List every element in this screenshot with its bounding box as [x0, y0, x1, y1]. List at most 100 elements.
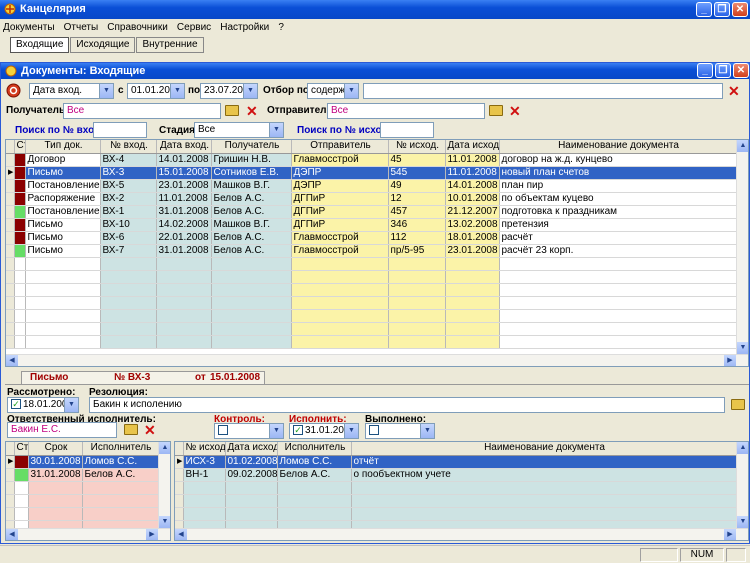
doc-name-cell[interactable]: претензия [499, 218, 737, 232]
tasks-grid[interactable]: Ст. Срок Исполнитель ▶ 30.01.2008Ломов С.… [5, 441, 171, 541]
status-cell[interactable] [14, 455, 29, 469]
doc-name-cell[interactable]: отчёт [351, 455, 737, 469]
document-row[interactable]: Распоряжение ВХ-2 11.01.2008 Белов А.С. ДГПи… [6, 192, 737, 206]
date-from-field[interactable]: 01.01.2008 ▼ [127, 83, 185, 99]
done-date-field[interactable]: ▼ [365, 423, 435, 439]
recipient-cell[interactable]: Гришин Н.В. [211, 153, 292, 167]
out-date-cell[interactable]: 11.01.2008 [445, 166, 500, 180]
filter-by-select[interactable]: содерж. ▼ [307, 83, 359, 99]
doc-close-button[interactable]: ✕ [733, 63, 749, 78]
clear-filter-icon[interactable]: ✕ [728, 84, 740, 98]
scroll-right-icon[interactable]: ▶ [146, 529, 158, 540]
folder-open-icon[interactable] [489, 105, 503, 116]
document-row[interactable]: Договор ВХ-4 14.01.2008 Гришин Н.В. Главмосс… [6, 153, 737, 167]
tasks-col-term[interactable]: Срок [28, 442, 83, 456]
resolution-input[interactable]: Бакин к исполению [89, 397, 725, 413]
in-date-cell[interactable]: 11.01.2008 [156, 192, 212, 206]
status-cell[interactable] [14, 244, 26, 258]
menu-references[interactable]: Справочники [107, 22, 168, 33]
doc-name-cell[interactable]: расчёт 23 корп. [499, 244, 737, 258]
doc-name-cell[interactable]: расчёт [499, 231, 737, 245]
menu-help[interactable]: ? [278, 22, 284, 33]
col-header-status[interactable]: Ст. [14, 140, 26, 154]
doc-type-cell[interactable]: Письмо [25, 218, 101, 232]
col-header-doc-name[interactable]: Наименование документа [499, 140, 737, 154]
search-incoming-input[interactable] [93, 122, 147, 138]
sender-cell[interactable]: ДЭПР [291, 166, 389, 180]
clear-sender-icon[interactable]: ✕ [509, 104, 521, 118]
out-date-cell[interactable]: 18.01.2008 [445, 231, 500, 245]
outgoing-row[interactable]: ▶ ИСХ-3 01.02.2008 Ломов С.С. отчёт [175, 455, 737, 469]
folder-open-icon[interactable] [731, 399, 745, 410]
date-to-field[interactable]: 23.07.2008 ▼ [200, 83, 258, 99]
in-no-cell[interactable]: ВХ-3 [100, 166, 157, 180]
term-cell[interactable]: 30.01.2008 [28, 455, 83, 469]
folder-open-icon[interactable] [225, 105, 239, 116]
col-header-type[interactable]: Тип док. [25, 140, 101, 154]
in-no-cell[interactable]: ВХ-5 [100, 179, 157, 193]
recipient-cell[interactable]: Белов А.С. [211, 244, 292, 258]
out-date-cell[interactable]: 11.01.2008 [445, 153, 500, 167]
sender-input[interactable]: Все [327, 103, 485, 119]
in-no-cell[interactable]: ВХ-6 [100, 231, 157, 245]
executor-cell[interactable]: Белов А.С. [82, 468, 159, 482]
out-col-date[interactable]: Дата исход. [225, 442, 278, 456]
out-date-cell[interactable]: 01.02.2008 [225, 455, 278, 469]
out-date-cell[interactable]: 10.01.2008 [445, 192, 500, 206]
document-row[interactable]: Письмо ВХ-6 22.01.2008 Белов А.С. Главмосстр… [6, 231, 737, 245]
minimize-button[interactable]: _ [696, 2, 712, 17]
doc-maximize-button[interactable]: ❐ [715, 63, 731, 78]
doc-type-cell[interactable]: Договор [25, 153, 101, 167]
doc-type-cell[interactable]: Распоряжение [25, 192, 101, 206]
doc-name-cell[interactable]: план пир [499, 179, 737, 193]
col-header-in-date[interactable]: Дата вход. [156, 140, 212, 154]
in-no-cell[interactable]: ВХ-7 [100, 244, 157, 258]
sender-cell[interactable]: ДЭПР [291, 179, 389, 193]
menu-settings[interactable]: Настройки [220, 22, 269, 33]
out-date-cell[interactable]: 09.02.2008 [225, 468, 278, 482]
doc-name-cell[interactable]: о пообъектном учете [351, 468, 737, 482]
document-row[interactable]: Письмо ВХ-7 31.01.2008 Белов А.С. Главмосстр… [6, 244, 737, 258]
col-header-out-date[interactable]: Дата исход. [445, 140, 500, 154]
term-cell[interactable]: 31.01.2008 [28, 468, 83, 482]
doc-type-cell[interactable]: Письмо [25, 166, 101, 180]
out-no-cell[interactable]: 12 [388, 192, 446, 206]
scroll-down-icon[interactable]: ▼ [737, 516, 748, 528]
documents-grid[interactable]: Ст. Тип док. № вход. Дата вход. Получате… [5, 139, 749, 367]
recipient-cell[interactable]: Машков В.Г. [211, 179, 292, 193]
close-button[interactable]: ✕ [732, 2, 748, 17]
scroll-left-icon[interactable]: ◀ [6, 529, 18, 540]
col-header-sender[interactable]: Отправитель [291, 140, 389, 154]
col-header-recipient[interactable]: Получатель [211, 140, 292, 154]
status-cell[interactable] [14, 205, 26, 219]
stage-select[interactable]: Все ▼ [194, 122, 284, 138]
executor-input[interactable]: Бакин Е.С. [7, 422, 117, 438]
refresh-icon[interactable] [6, 83, 21, 98]
out-no-cell[interactable]: ИСХ-3 [183, 455, 226, 469]
out-date-cell[interactable]: 21.12.2007 [445, 205, 500, 219]
sender-cell[interactable]: Главмосстрой [291, 244, 389, 258]
check-icon[interactable]: ✓ [293, 425, 303, 436]
out-no-cell[interactable]: 457 [388, 205, 446, 219]
menu-service[interactable]: Сервис [177, 22, 211, 33]
out-no-cell[interactable]: 49 [388, 179, 446, 193]
scroll-up-icon[interactable]: ▲ [737, 140, 748, 152]
menu-documents[interactable]: Документы [3, 22, 55, 33]
doc-type-cell[interactable]: Постановление [25, 205, 101, 219]
search-outgoing-input[interactable] [380, 122, 434, 138]
scroll-left-icon[interactable]: ◀ [175, 529, 187, 540]
checkbox[interactable] [369, 425, 379, 436]
reviewed-date-field[interactable]: ✓ 18.01.2008 ▼ [7, 397, 79, 413]
maximize-button[interactable]: ❐ [714, 2, 730, 17]
in-date-cell[interactable]: 15.01.2008 [156, 166, 212, 180]
clear-recipient-icon[interactable]: ✕ [246, 104, 258, 118]
checkbox[interactable] [218, 425, 228, 436]
doc-type-cell[interactable]: Письмо [25, 244, 101, 258]
sender-cell[interactable]: Главмосстрой [291, 153, 389, 167]
in-date-cell[interactable]: 22.01.2008 [156, 231, 212, 245]
scroll-up-icon[interactable]: ▲ [159, 442, 170, 454]
doc-name-cell[interactable]: новый план счетов [499, 166, 737, 180]
out-no-cell[interactable]: пр/5-95 [388, 244, 446, 258]
in-date-cell[interactable]: 23.01.2008 [156, 179, 212, 193]
executor-cell[interactable]: Ломов С.С. [277, 455, 352, 469]
